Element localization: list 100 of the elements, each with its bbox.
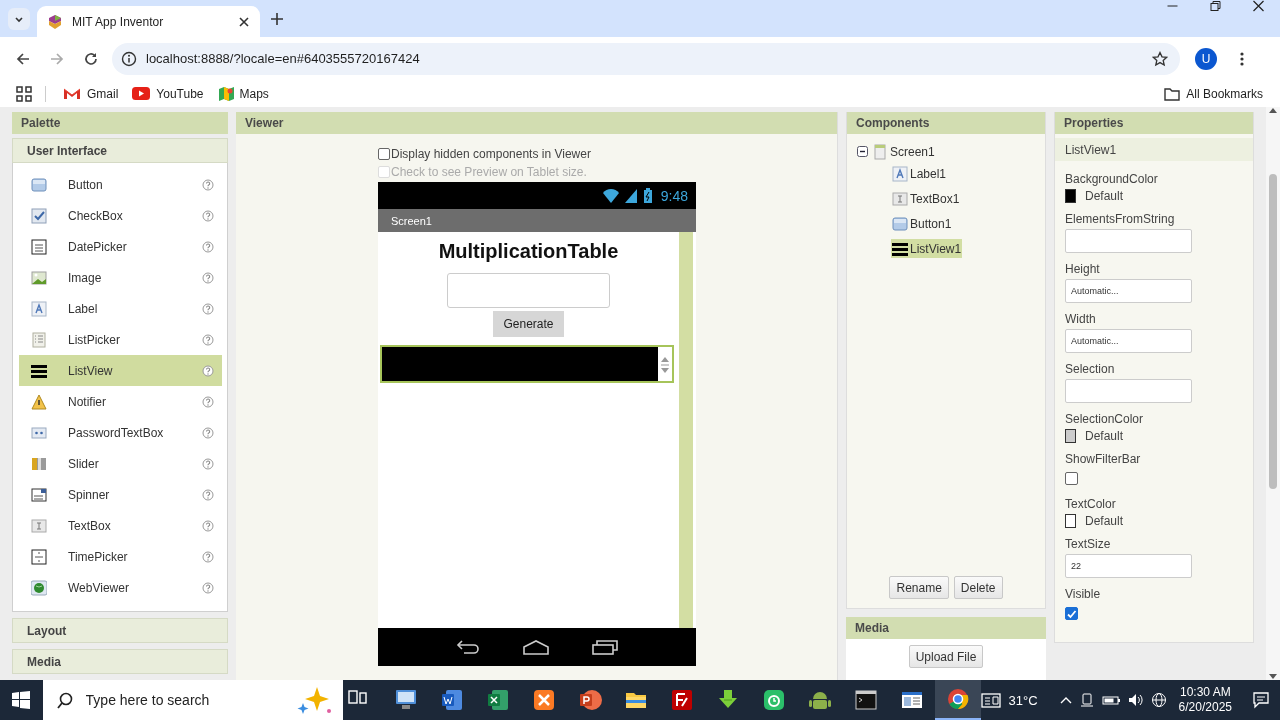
help-icon[interactable] bbox=[202, 209, 214, 222]
search-bar[interactable]: Type here to search bbox=[42, 680, 343, 720]
checkbox[interactable] bbox=[1065, 472, 1078, 485]
property-field[interactable]: Automatic... bbox=[1065, 329, 1192, 353]
palette-item[interactable]: CheckBox bbox=[19, 200, 222, 231]
apps-grid-icon[interactable] bbox=[16, 85, 32, 102]
help-icon[interactable] bbox=[202, 364, 214, 377]
palette-item[interactable]: TimePicker bbox=[19, 541, 222, 572]
help-icon[interactable] bbox=[202, 395, 214, 408]
windows-start-icon[interactable] bbox=[12, 691, 31, 709]
palette-item[interactable]: TextBox bbox=[19, 510, 222, 541]
bookmark-link[interactable]: Gmail bbox=[56, 84, 126, 103]
address-bar[interactable]: localhost:8888/?locale=en#6403555720167424 bbox=[112, 42, 1180, 75]
button-icon bbox=[892, 215, 908, 232]
help-icon[interactable] bbox=[202, 333, 214, 346]
property-label: ShowFilterBar bbox=[1065, 452, 1142, 466]
back-arrow-icon[interactable] bbox=[15, 50, 31, 67]
bookmark-link[interactable]: All Bookmarks bbox=[1157, 83, 1270, 104]
tree-item[interactable]: ListView1 bbox=[891, 239, 963, 258]
upload-button[interactable]: Upload File bbox=[908, 645, 984, 668]
home-nav-icon[interactable] bbox=[522, 638, 550, 656]
tree-item[interactable]: TextBox1 bbox=[891, 189, 961, 208]
signal-icon bbox=[623, 188, 638, 203]
bookmark-link[interactable]: Maps bbox=[210, 84, 276, 103]
tree-item[interactable]: Button1 bbox=[891, 214, 953, 233]
action-button[interactable]: Delete bbox=[953, 576, 1003, 599]
volume-icon[interactable] bbox=[1127, 693, 1143, 707]
globe-icon[interactable] bbox=[1150, 692, 1167, 708]
property-field[interactable]: Automatic... bbox=[1065, 279, 1192, 303]
browser-tab[interactable]: MIT App Inventor bbox=[37, 6, 260, 37]
palette-item[interactable]: WebViewer bbox=[19, 572, 222, 603]
category-header[interactable]: Media bbox=[12, 649, 228, 674]
tree-item[interactable]: Screen1 bbox=[871, 142, 936, 161]
news-widget-icon[interactable] bbox=[980, 691, 1001, 709]
help-icon[interactable] bbox=[202, 240, 214, 253]
help-icon[interactable] bbox=[202, 426, 214, 439]
help-icon[interactable] bbox=[202, 457, 214, 470]
help-icon[interactable] bbox=[202, 550, 214, 563]
color-picker[interactable]: Default bbox=[1065, 189, 1253, 203]
device-icon[interactable] bbox=[1079, 693, 1094, 707]
reload-icon[interactable] bbox=[83, 50, 99, 67]
palette-item[interactable]: Image bbox=[19, 262, 222, 293]
property-field[interactable] bbox=[1065, 379, 1192, 403]
palette-item[interactable]: Spinner bbox=[19, 479, 222, 510]
help-icon[interactable] bbox=[202, 581, 214, 594]
clock-text: 9:48 bbox=[660, 187, 688, 204]
letter-tile-icon bbox=[669, 688, 694, 712]
map-icon bbox=[217, 86, 234, 101]
taskbar-app[interactable] bbox=[934, 680, 981, 720]
scrollbar-thumb[interactable] bbox=[1269, 174, 1277, 489]
recent-apps-icon[interactable] bbox=[592, 639, 618, 655]
slider-icon bbox=[31, 455, 47, 472]
category-header[interactable]: User Interface bbox=[12, 138, 228, 163]
property-label: Selection bbox=[1065, 362, 1116, 376]
checkbox[interactable] bbox=[378, 148, 390, 160]
close-icon[interactable] bbox=[238, 15, 250, 28]
property-label: Width bbox=[1065, 312, 1097, 326]
action-button[interactable]: Rename bbox=[889, 576, 949, 599]
color-picker[interactable]: Default bbox=[1065, 514, 1253, 528]
battery-icon[interactable] bbox=[1101, 693, 1120, 707]
color-picker[interactable]: Default bbox=[1065, 429, 1253, 443]
star-icon[interactable] bbox=[1152, 50, 1168, 67]
help-icon[interactable] bbox=[202, 488, 214, 501]
property-field[interactable]: 22 bbox=[1065, 554, 1192, 578]
generate-button[interactable]: Generate bbox=[493, 311, 564, 337]
back-nav-icon[interactable] bbox=[456, 639, 480, 655]
checkbox[interactable] bbox=[1065, 607, 1078, 620]
list-view-icon bbox=[31, 362, 47, 379]
palette-item[interactable]: DatePicker bbox=[19, 231, 222, 262]
palette-item[interactable]: ListView bbox=[19, 355, 222, 386]
palette-item[interactable]: PasswordTextBox bbox=[19, 417, 222, 448]
palette-item[interactable]: Slider bbox=[19, 448, 222, 479]
collapse-icon[interactable] bbox=[857, 146, 868, 157]
palette-item[interactable]: Label bbox=[19, 293, 222, 324]
plus-icon[interactable] bbox=[270, 11, 284, 26]
taskbar-clock[interactable]: 10:30 AM 6/20/2025 bbox=[1178, 685, 1232, 715]
palette-item[interactable]: Notifier bbox=[19, 386, 222, 417]
profile-avatar[interactable]: U bbox=[1195, 47, 1217, 70]
text-box-icon bbox=[31, 517, 47, 534]
more-menu-icon[interactable] bbox=[1239, 50, 1245, 67]
tab-list-button[interactable] bbox=[8, 8, 30, 30]
password-icon bbox=[31, 424, 47, 441]
property-field[interactable] bbox=[1065, 229, 1192, 253]
palette-item[interactable]: ListPicker bbox=[19, 324, 222, 355]
bookmark-link[interactable]: YouTube bbox=[125, 84, 211, 103]
search-field[interactable]: Type here to search bbox=[83, 691, 285, 709]
help-icon[interactable] bbox=[202, 519, 214, 532]
help-icon[interactable] bbox=[202, 302, 214, 315]
document-icon bbox=[439, 688, 464, 712]
chevron-up-icon[interactable] bbox=[1059, 695, 1072, 705]
help-icon[interactable] bbox=[202, 271, 214, 284]
calendar-icon bbox=[31, 238, 47, 255]
category-header[interactable]: Layout bbox=[12, 618, 228, 643]
tree-item[interactable]: Label1 bbox=[891, 164, 948, 183]
palette-item[interactable]: Button bbox=[19, 169, 222, 200]
help-icon[interactable] bbox=[202, 178, 214, 191]
info-icon[interactable] bbox=[121, 50, 137, 67]
text-input-field[interactable] bbox=[447, 273, 610, 308]
scroll-arrows-icon[interactable] bbox=[660, 355, 670, 373]
notifications-icon[interactable] bbox=[1252, 691, 1270, 709]
